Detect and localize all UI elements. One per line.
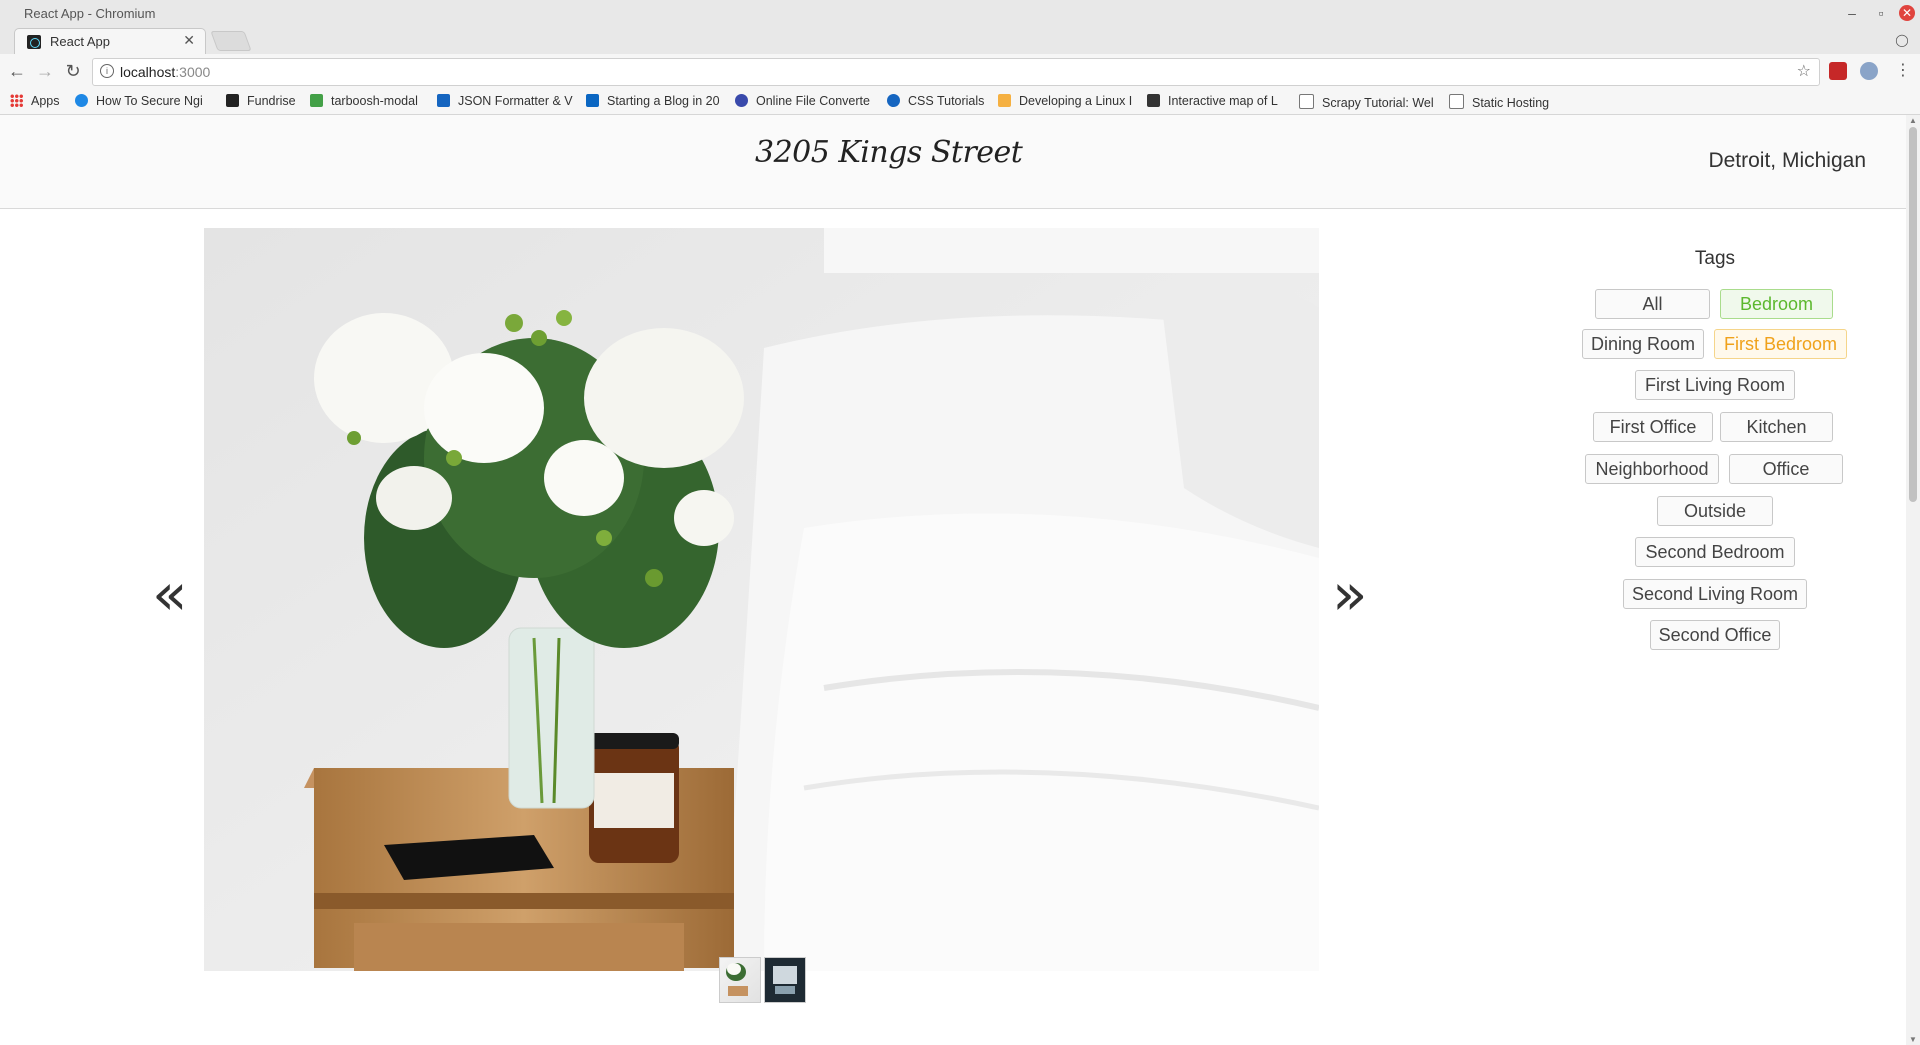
tag-second-living-room[interactable]: Second Living Room [1623,579,1807,609]
bookmark-favicon-icon [310,94,323,107]
bookmark-item[interactable]: JSON Formatter & V [437,94,573,108]
scroll-down-icon[interactable]: ▼ [1909,1035,1917,1044]
bookmark-item[interactable]: Starting a Blog in 20 [586,94,720,108]
tag-first-bedroom[interactable]: First Bedroom [1714,329,1847,359]
address-bar[interactable]: i localhost:3000 ☆ [92,58,1820,86]
bookmark-favicon-icon [735,94,748,107]
site-brand[interactable]: 3205 Kings Street [755,135,1023,170]
bookmark-item[interactable]: How To Secure Ngi [75,94,203,108]
tab-strip: React App ✕ ◯ [0,27,1920,55]
bookmark-favicon-icon [75,94,88,107]
scroll-up-icon[interactable]: ▲ [1909,116,1917,125]
bookmark-favicon-icon [1147,94,1160,107]
thumbnail-image[interactable] [719,957,761,1003]
new-tab-button[interactable] [210,31,252,51]
tag-all[interactable]: All [1595,289,1710,319]
tag-outside[interactable]: Outside [1657,496,1773,526]
tag-second-bedroom[interactable]: Second Bedroom [1635,537,1795,567]
page-viewport: 3205 Kings Street Detroit, Michigan « » … [0,115,1906,1045]
info-icon[interactable]: i [100,64,114,78]
restore-icon[interactable]: ▫ [1871,3,1891,23]
tag-office[interactable]: Office [1729,454,1843,484]
bookmark-favicon-icon [226,94,239,107]
extension-icon-2[interactable] [1860,62,1878,80]
bookmark-star-icon[interactable]: ☆ [1797,61,1811,81]
bookmark-item[interactable]: Fundrise [226,94,296,108]
tag-kitchen[interactable]: Kitchen [1720,412,1833,442]
bookmark-apps[interactable]: Apps [10,94,60,108]
scrollbar-thumb[interactable] [1909,127,1917,502]
linkedin-icon [586,94,599,107]
bookmark-item[interactable]: Developing a Linux I [998,94,1132,108]
tag-first-living-room[interactable]: First Living Room [1635,370,1795,400]
bookmark-item[interactable]: tarboosh-modal [310,94,418,108]
slider-image[interactable] [204,228,1319,971]
page-icon [1449,94,1464,109]
bookmark-favicon-icon [887,94,900,107]
close-tab-icon[interactable]: ✕ [183,32,195,49]
forward-arrow-icon[interactable]: → [34,60,56,82]
bookmark-favicon-icon [437,94,450,107]
bookmark-item[interactable]: Online File Converte [735,94,870,108]
tab-title: React App [50,34,110,49]
next-arrow-icon[interactable]: » [1332,565,1368,623]
thumbnail-image[interactable] [764,957,806,1003]
tag-bedroom[interactable]: Bedroom [1720,289,1833,319]
bookmark-favicon-icon [998,94,1011,107]
url-text: localhost:3000 [120,64,211,80]
menu-icon[interactable]: ⋮ [1892,60,1914,82]
site-header: 3205 Kings Street Detroit, Michigan [0,115,1906,209]
tag-second-office[interactable]: Second Office [1650,620,1780,650]
page-icon [1299,94,1314,109]
tag-first-office[interactable]: First Office [1593,412,1713,442]
location-label: Detroit, Michigan [1708,149,1866,172]
browser-toolbar: ← → ↻ i localhost:3000 ☆ ⋮ [0,54,1920,88]
react-favicon-icon [27,35,41,49]
back-arrow-icon[interactable]: ← [6,60,28,82]
bookmark-item[interactable]: CSS Tutorials [887,94,984,108]
tag-neighborhood[interactable]: Neighborhood [1585,454,1719,484]
profile-icon[interactable]: ◯ [1892,30,1912,50]
previous-arrow-icon[interactable]: « [152,565,188,623]
bookmark-item[interactable]: Static Hosting [1449,94,1549,110]
extension-icon[interactable] [1829,62,1847,80]
close-window-icon[interactable]: ✕ [1899,5,1915,21]
window-title: React App - Chromium [24,6,156,21]
tags-title: Tags [1694,248,1736,269]
tag-dining-room[interactable]: Dining Room [1582,329,1704,359]
bookmarks-bar: Apps How To Secure Ngi Fundrise tarboosh… [0,88,1920,115]
reload-icon[interactable]: ↻ [62,60,84,82]
window-titlebar: React App - Chromium – ▫ ✕ [0,0,1920,27]
bookmark-item[interactable]: Interactive map of L [1147,94,1278,108]
apps-grid-icon [10,94,23,107]
page-scrollbar[interactable]: ▲ ▼ [1906,115,1920,1045]
minimize-icon[interactable]: – [1842,3,1862,23]
bookmark-item[interactable]: Scrapy Tutorial: Wel [1299,94,1434,110]
browser-tab[interactable]: React App ✕ [14,28,206,55]
